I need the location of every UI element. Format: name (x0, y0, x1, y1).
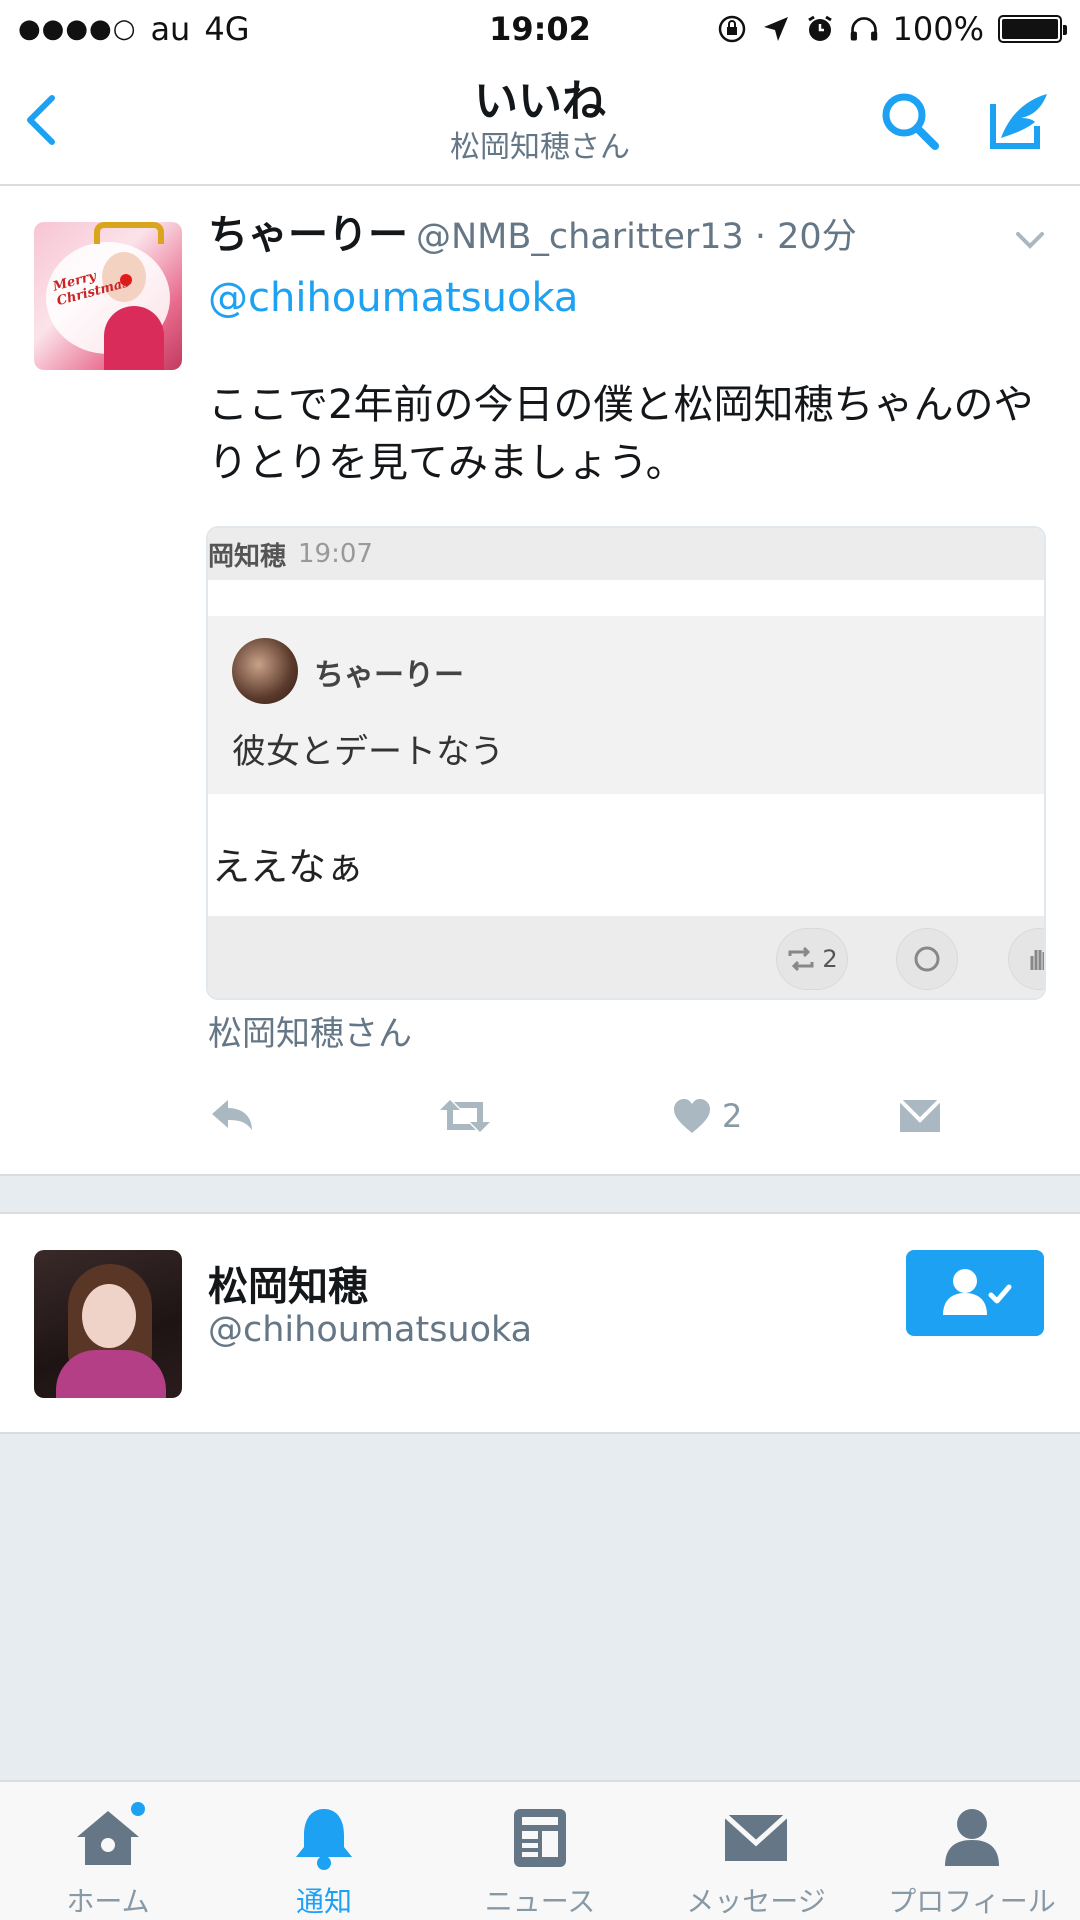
tab-messages[interactable]: メッセージ (648, 1782, 864, 1920)
back-button[interactable] (18, 90, 68, 150)
tab-bar: ホーム 通知 ニュース メッセージ プロフィール (0, 1780, 1080, 1920)
retweet-icon (440, 1100, 490, 1132)
tab-label: ホーム (66, 1885, 150, 1918)
tweet-actions: 2 (208, 1086, 1008, 1146)
tab-profile[interactable]: プロフィール (864, 1782, 1080, 1920)
embed-header-time: 19:07 (298, 539, 373, 569)
chevron-left-icon (27, 95, 55, 145)
embed-header: 岡知穂 19:07 (208, 528, 1044, 580)
like-button[interactable]: 2 (672, 1086, 742, 1146)
tweet-author-name[interactable]: ちゃーりー (208, 212, 408, 258)
page-subtitle: 松岡知穂さん (450, 130, 630, 165)
person-icon (935, 1804, 1009, 1872)
embed-reply (896, 928, 958, 990)
nav-title-group: いいね 松岡知穂さん (300, 76, 780, 168)
notification-dot (131, 1802, 145, 1816)
nav-bar: いいね 松岡知穂さん (0, 58, 1080, 186)
bell-icon (287, 1804, 361, 1872)
compose-button[interactable] (985, 86, 1055, 156)
battery-icon (998, 15, 1067, 43)
tab-home[interactable]: ホーム (0, 1782, 216, 1920)
user-card[interactable]: 松岡知穂 @chihoumatsuoka (0, 1212, 1080, 1434)
tweet-menu-button[interactable] (1010, 226, 1050, 256)
tab-news[interactable]: ニュース (432, 1782, 648, 1920)
embed-reply-text: ええなぁ (212, 845, 365, 889)
avatar[interactable] (34, 1250, 182, 1398)
tab-label: ニュース (484, 1885, 596, 1918)
signal-strength: ●●●●○ (18, 14, 137, 44)
embed-comment-icon (914, 946, 940, 972)
embedded-image[interactable]: 岡知穂 19:07 ちゃーりー 彼女とデートなう ええなぁ 2 (206, 526, 1046, 1000)
battery-percent: 100% (892, 10, 984, 48)
status-right: 100% (717, 10, 1067, 48)
avatar[interactable]: Merry Christmas (34, 222, 182, 370)
reply-icon (212, 1100, 252, 1130)
compose-icon (990, 94, 1047, 149)
tweet-header: ちゃーりー @NMB_charitter13 · 20分 (208, 210, 857, 262)
embed-header-name: 岡知穂 (208, 541, 287, 572)
tab-label: メッセージ (686, 1885, 826, 1918)
embed-quote-avatar (232, 638, 298, 704)
tab-label: プロフィール (888, 1885, 1056, 1918)
avatar-face-shape (82, 1284, 136, 1348)
embed-action-bar: 2 (208, 916, 1044, 998)
reply-button[interactable] (208, 1086, 256, 1146)
retweet-button[interactable] (436, 1086, 494, 1146)
embed-retweet: 2 (776, 928, 848, 990)
embed-quote-text: 彼女とデートなう (232, 732, 504, 772)
chevron-down-icon (1016, 232, 1044, 249)
envelope-icon (898, 1098, 942, 1132)
tweet-mention-link[interactable]: @chihoumatsuoka (208, 270, 578, 326)
tweet[interactable]: Merry Christmas ちゃーりー @NMB_charitter13 · 2… (0, 186, 1080, 1176)
tab-notifications[interactable]: 通知 (216, 1782, 432, 1920)
home-icon (71, 1802, 145, 1872)
embed-retweet-count: 2 (822, 945, 838, 973)
direct-message-button[interactable] (898, 1086, 942, 1146)
status-bar: ●●●●○ au 4G 19:02 100% (0, 0, 1080, 58)
tweet-text: ここで2年前の今日の僕と松岡知穂ちゃんのやりとりを見てみましょう。 (208, 382, 1034, 486)
avatar-dress-shape (104, 306, 164, 370)
status-left: ●●●●○ au 4G (18, 10, 249, 48)
antler-shape (94, 222, 164, 244)
liked-by-context[interactable]: 松岡知穂さん (208, 1006, 412, 1055)
network-label: 4G (204, 10, 250, 48)
search-icon (882, 93, 939, 150)
rotation-lock-icon (717, 14, 747, 44)
embed-quoted-tweet: ちゃーりー 彼女とデートなう (208, 616, 1044, 794)
like-count: 2 (722, 1097, 743, 1135)
following-button[interactable] (906, 1250, 1044, 1336)
envelope-icon (719, 1804, 793, 1872)
user-check-icon (943, 1269, 1012, 1315)
tweet-author-handle: @NMB_charitter13 · 20分 (416, 217, 857, 257)
page-title: いいね (474, 76, 606, 127)
alarm-icon (805, 14, 835, 44)
location-icon (761, 14, 791, 44)
user-name: 松岡知穂 (208, 1264, 368, 1310)
avatar-sweater-shape (56, 1350, 166, 1398)
heart-icon (674, 1099, 710, 1133)
embed-like (1008, 928, 1044, 990)
news-icon (503, 1804, 577, 1872)
headphones-icon (849, 14, 879, 44)
embed-quote-name: ちゃーりー (314, 658, 464, 693)
embed-retweet-icon (788, 946, 814, 972)
battery-fill (1002, 19, 1058, 39)
tab-label: 通知 (295, 1885, 352, 1918)
user-handle: @chihoumatsuoka (208, 1310, 533, 1350)
embed-hand-icon (1030, 950, 1044, 970)
carrier-label: au (150, 10, 191, 48)
search-button[interactable] (875, 86, 945, 156)
